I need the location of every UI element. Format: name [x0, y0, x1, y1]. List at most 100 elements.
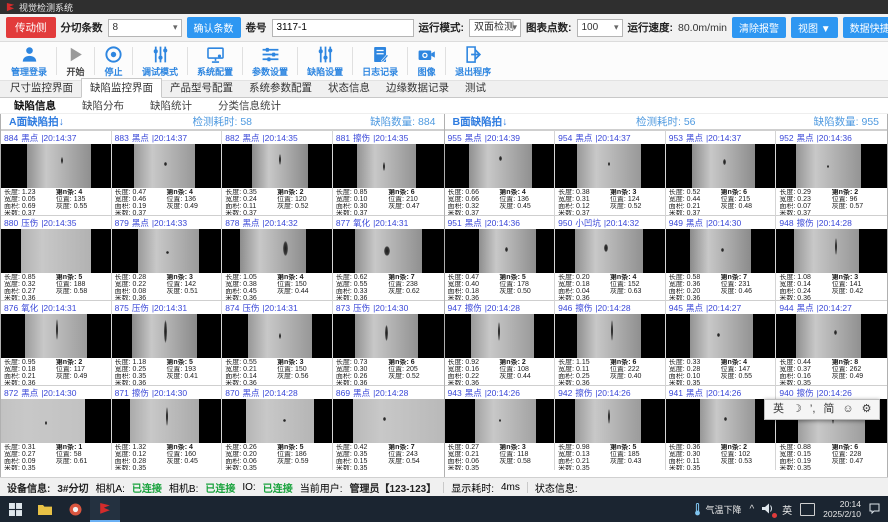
clock-time: 20:14 — [823, 499, 861, 509]
defect-cell[interactable]: 947擦伤|20:14:28长度: 0.92第n条: 2宽度: 0.16位置: … — [445, 300, 556, 385]
defect-image-field — [577, 314, 641, 358]
defect-cell[interactable]: 874压伤|20:14:31长度: 0.55第n条: 3宽度: 0.21位置: … — [222, 300, 333, 385]
toolbar-button-8[interactable]: 日志记录 — [353, 45, 407, 78]
defect-cell[interactable]: 952黑点|20:14:36长度: 0.29第n条: 2宽度: 0.23位置: … — [776, 130, 887, 215]
subtab-3[interactable]: 缺陷统计 — [150, 98, 192, 113]
meta-row: 长度: 0.35第n条: 2 — [225, 189, 329, 196]
notification-center-icon[interactable] — [869, 503, 882, 515]
slit-count-select[interactable]: 8 — [108, 19, 182, 37]
defect-cell[interactable]: 954黑点|20:14:37长度: 0.38第n条: 3宽度: 0.31位置: … — [555, 130, 666, 215]
taskbar-app-inspection[interactable] — [90, 496, 120, 522]
confirm-count-button[interactable]: 确认条数 — [187, 17, 241, 38]
display-time-label: 显示耗时: — [451, 480, 494, 495]
ime-emoji-icon[interactable]: ☺ — [842, 400, 853, 419]
subtab-1[interactable]: 缺陷信息 — [14, 98, 56, 113]
toolbar-button-2[interactable]: 开始 — [57, 45, 94, 78]
tab-4[interactable]: 系统参数配置 — [241, 79, 320, 97]
data-quick-access-button[interactable]: 数据快捷访问 ▼ — [843, 17, 888, 38]
defect-cell[interactable]: 883黑点|20:14:37长度: 0.47第n条: 4宽度: 0.46位置: … — [112, 130, 223, 215]
meta-field: 位置: 185 — [610, 451, 662, 458]
defect-cell[interactable]: 943黑点|20:14:26长度: 0.27第n条: 3宽度: 0.21位置: … — [445, 385, 556, 470]
meta-field: 面积: 0.25 — [558, 373, 610, 380]
defect-cell[interactable]: 881擦伤|20:14:35长度: 0.85第n条: 6宽度: 0.10位置: … — [333, 130, 444, 215]
clear-alarm-button[interactable]: 清除报警 — [732, 17, 786, 38]
meta-row: 面积: 0.28灰度: 0.45 — [115, 458, 219, 465]
toolbar-button-9[interactable]: 图像 — [408, 45, 445, 78]
defect-cell[interactable]: 950小凹坑|20:14:32长度: 0.20第n条: 4宽度: 0.18位置:… — [555, 215, 666, 300]
defect-cell[interactable]: 876氧化|20:14:31长度: 0.95第n条: 2宽度: 0.18位置: … — [1, 300, 112, 385]
meta-field: 灰度: 0.49 — [166, 203, 218, 210]
meta-field: 第n条: 5 — [277, 444, 329, 451]
defect-cell[interactable]: 880压伤|20:14:35长度: 0.85第n条: 5宽度: 0.32位置: … — [1, 215, 112, 300]
run-mode-select[interactable]: 双面检测 — [469, 19, 521, 37]
ime-lang-en[interactable]: 英 — [773, 400, 784, 419]
defect-cell[interactable]: 878黑点|20:14:32长度: 1.05第n条: 4宽度: 0.38位置: … — [222, 215, 333, 300]
coil-no-input[interactable] — [272, 19, 414, 37]
defect-time: |20:14:37 — [41, 133, 76, 143]
tray-expand-caret[interactable]: ^ — [749, 504, 754, 515]
defect-cell[interactable]: 882黑点|20:14:35长度: 0.35第n条: 2宽度: 0.24位置: … — [222, 130, 333, 215]
defect-cell[interactable]: 949黑点|20:14:30长度: 0.58第n条: 7宽度: 0.36位置: … — [666, 215, 777, 300]
toolbar-button-7[interactable]: 缺陷设置 — [298, 45, 352, 78]
taskbar-app-browser[interactable] — [60, 496, 90, 522]
ime-simplified[interactable]: 简 — [823, 400, 834, 419]
defect-cell[interactable]: 941黑点|20:14:26长度: 0.36第n条: 2宽度: 0.30位置: … — [666, 385, 777, 470]
defect-cell[interactable]: 940擦伤|20:14:26长度: 0.88第n条: 6宽度: 0.15位置: … — [776, 385, 887, 470]
defect-cell[interactable]: 870黑点|20:14:28长度: 0.26第n条: 5宽度: 0.20位置: … — [222, 385, 333, 470]
toolbar-button-10[interactable]: 退出程序 — [446, 45, 500, 78]
ime-punct-icon[interactable]: ’, — [810, 400, 816, 419]
view-menu-button[interactable]: 视图 ▼ — [791, 17, 838, 38]
defect-cell[interactable]: 951黑点|20:14:36长度: 0.47第n条: 5宽度: 0.40位置: … — [445, 215, 556, 300]
defect-cell[interactable]: 948擦伤|20:14:28长度: 1.08第n条: 3宽度: 0.14位置: … — [776, 215, 887, 300]
defect-cell[interactable]: 946擦伤|20:14:28长度: 1.15第n条: 6宽度: 0.11位置: … — [555, 300, 666, 385]
tab-1[interactable]: 尺寸监控界面 — [2, 79, 81, 97]
start-button[interactable] — [0, 496, 30, 522]
device-info-label: 设备信息: — [7, 480, 50, 495]
meta-row: 面积: 0.35灰度: 0.41 — [115, 373, 219, 380]
defect-cell[interactable]: 871擦伤|20:14:30长度: 1.32第n条: 4宽度: 0.12位置: … — [112, 385, 223, 470]
toolbar-button-6[interactable]: 参数设置 — [243, 45, 297, 78]
chart-points-select[interactable]: 100 — [577, 19, 623, 37]
meta-field: 位置: 135 — [56, 196, 108, 203]
defect-cell[interactable]: 945黑点|20:14:27长度: 0.33第n条: 4宽度: 0.28位置: … — [666, 300, 777, 385]
defect-cell[interactable]: 873压伤|20:14:30长度: 0.73第n条: 6宽度: 0.30位置: … — [333, 300, 444, 385]
defect-cell[interactable]: 879黑点|20:14:33长度: 0.28第n条: 3宽度: 0.22位置: … — [112, 215, 223, 300]
taskbar-clock[interactable]: 20:14 2025/2/10 — [823, 499, 861, 519]
defect-image — [1, 314, 111, 358]
defect-cell[interactable]: 942擦伤|20:14:26长度: 0.98第n条: 5宽度: 0.13位置: … — [555, 385, 666, 470]
defect-cell[interactable]: 869黑点|20:14:28长度: 0.42第n条: 7宽度: 0.35位置: … — [333, 385, 444, 470]
defect-cell[interactable]: 944黑点|20:14:27长度: 0.44第n条: 8宽度: 0.37位置: … — [776, 300, 887, 385]
defect-cell[interactable]: 877氧化|20:14:31长度: 0.62第n条: 7宽度: 0.55位置: … — [333, 215, 444, 300]
tab-3[interactable]: 产品型号配置 — [162, 79, 241, 97]
toolbar-button-5[interactable]: 系统配置 — [188, 45, 242, 78]
ime-moon-icon[interactable]: ☽ — [792, 400, 802, 419]
meta-row: 面积: 0.11灰度: 0.53 — [669, 458, 773, 465]
toolbar-button-1[interactable]: 管理登录 — [2, 45, 56, 78]
defect-cell-header: 876氧化|20:14:31 — [1, 301, 111, 314]
volume-icon[interactable] — [762, 503, 774, 516]
tab-5[interactable]: 状态信息 — [320, 79, 378, 97]
subtab-4[interactable]: 分类信息统计 — [218, 98, 281, 113]
taskbar-language[interactable]: 英 — [782, 502, 792, 517]
tab-7[interactable]: 测试 — [457, 79, 494, 97]
tab-2[interactable]: 缺陷监控界面 — [81, 78, 162, 98]
defect-cell[interactable]: 955黑点|20:14:39长度: 0.66第n条: 4宽度: 0.66位置: … — [445, 130, 556, 215]
meta-row: 宽度: 0.38位置: 150 — [225, 281, 329, 288]
drive-side-button[interactable]: 传动侧 — [6, 17, 56, 38]
defect-cell[interactable]: 872黑点|20:14:30长度: 0.31第n条: 1宽度: 0.27位置: … — [1, 385, 112, 470]
taskbar-app-folder[interactable] — [30, 496, 60, 522]
defect-cell[interactable]: 875压伤|20:14:31长度: 1.18第n条: 5宽度: 0.25位置: … — [112, 300, 223, 385]
meta-field: 宽度: 0.31 — [558, 196, 610, 203]
ime-settings-icon[interactable]: ⚙ — [862, 400, 872, 419]
toolbar-button-3[interactable]: 停止 — [95, 45, 132, 78]
subtab-2[interactable]: 缺陷分布 — [82, 98, 124, 113]
ime-keyboard-icon[interactable] — [800, 503, 815, 516]
panel-title[interactable]: A面缺陷拍↓ — [9, 114, 151, 129]
toolbar-button-4[interactable]: 调试模式 — [133, 45, 187, 78]
tab-6[interactable]: 边缘数据记录 — [378, 79, 457, 97]
defect-cell[interactable]: 884黑点|20:14:37长度: 1.23第n条: 4宽度: 0.05位置: … — [1, 130, 112, 215]
sliders-v-icon — [316, 45, 335, 64]
defect-cell[interactable]: 953黑点|20:14:37长度: 0.52第n条: 6宽度: 0.44位置: … — [666, 130, 777, 215]
panel-title[interactable]: B面缺陷拍↓ — [453, 114, 595, 129]
weather-widget[interactable]: 气温下降 — [694, 503, 741, 516]
